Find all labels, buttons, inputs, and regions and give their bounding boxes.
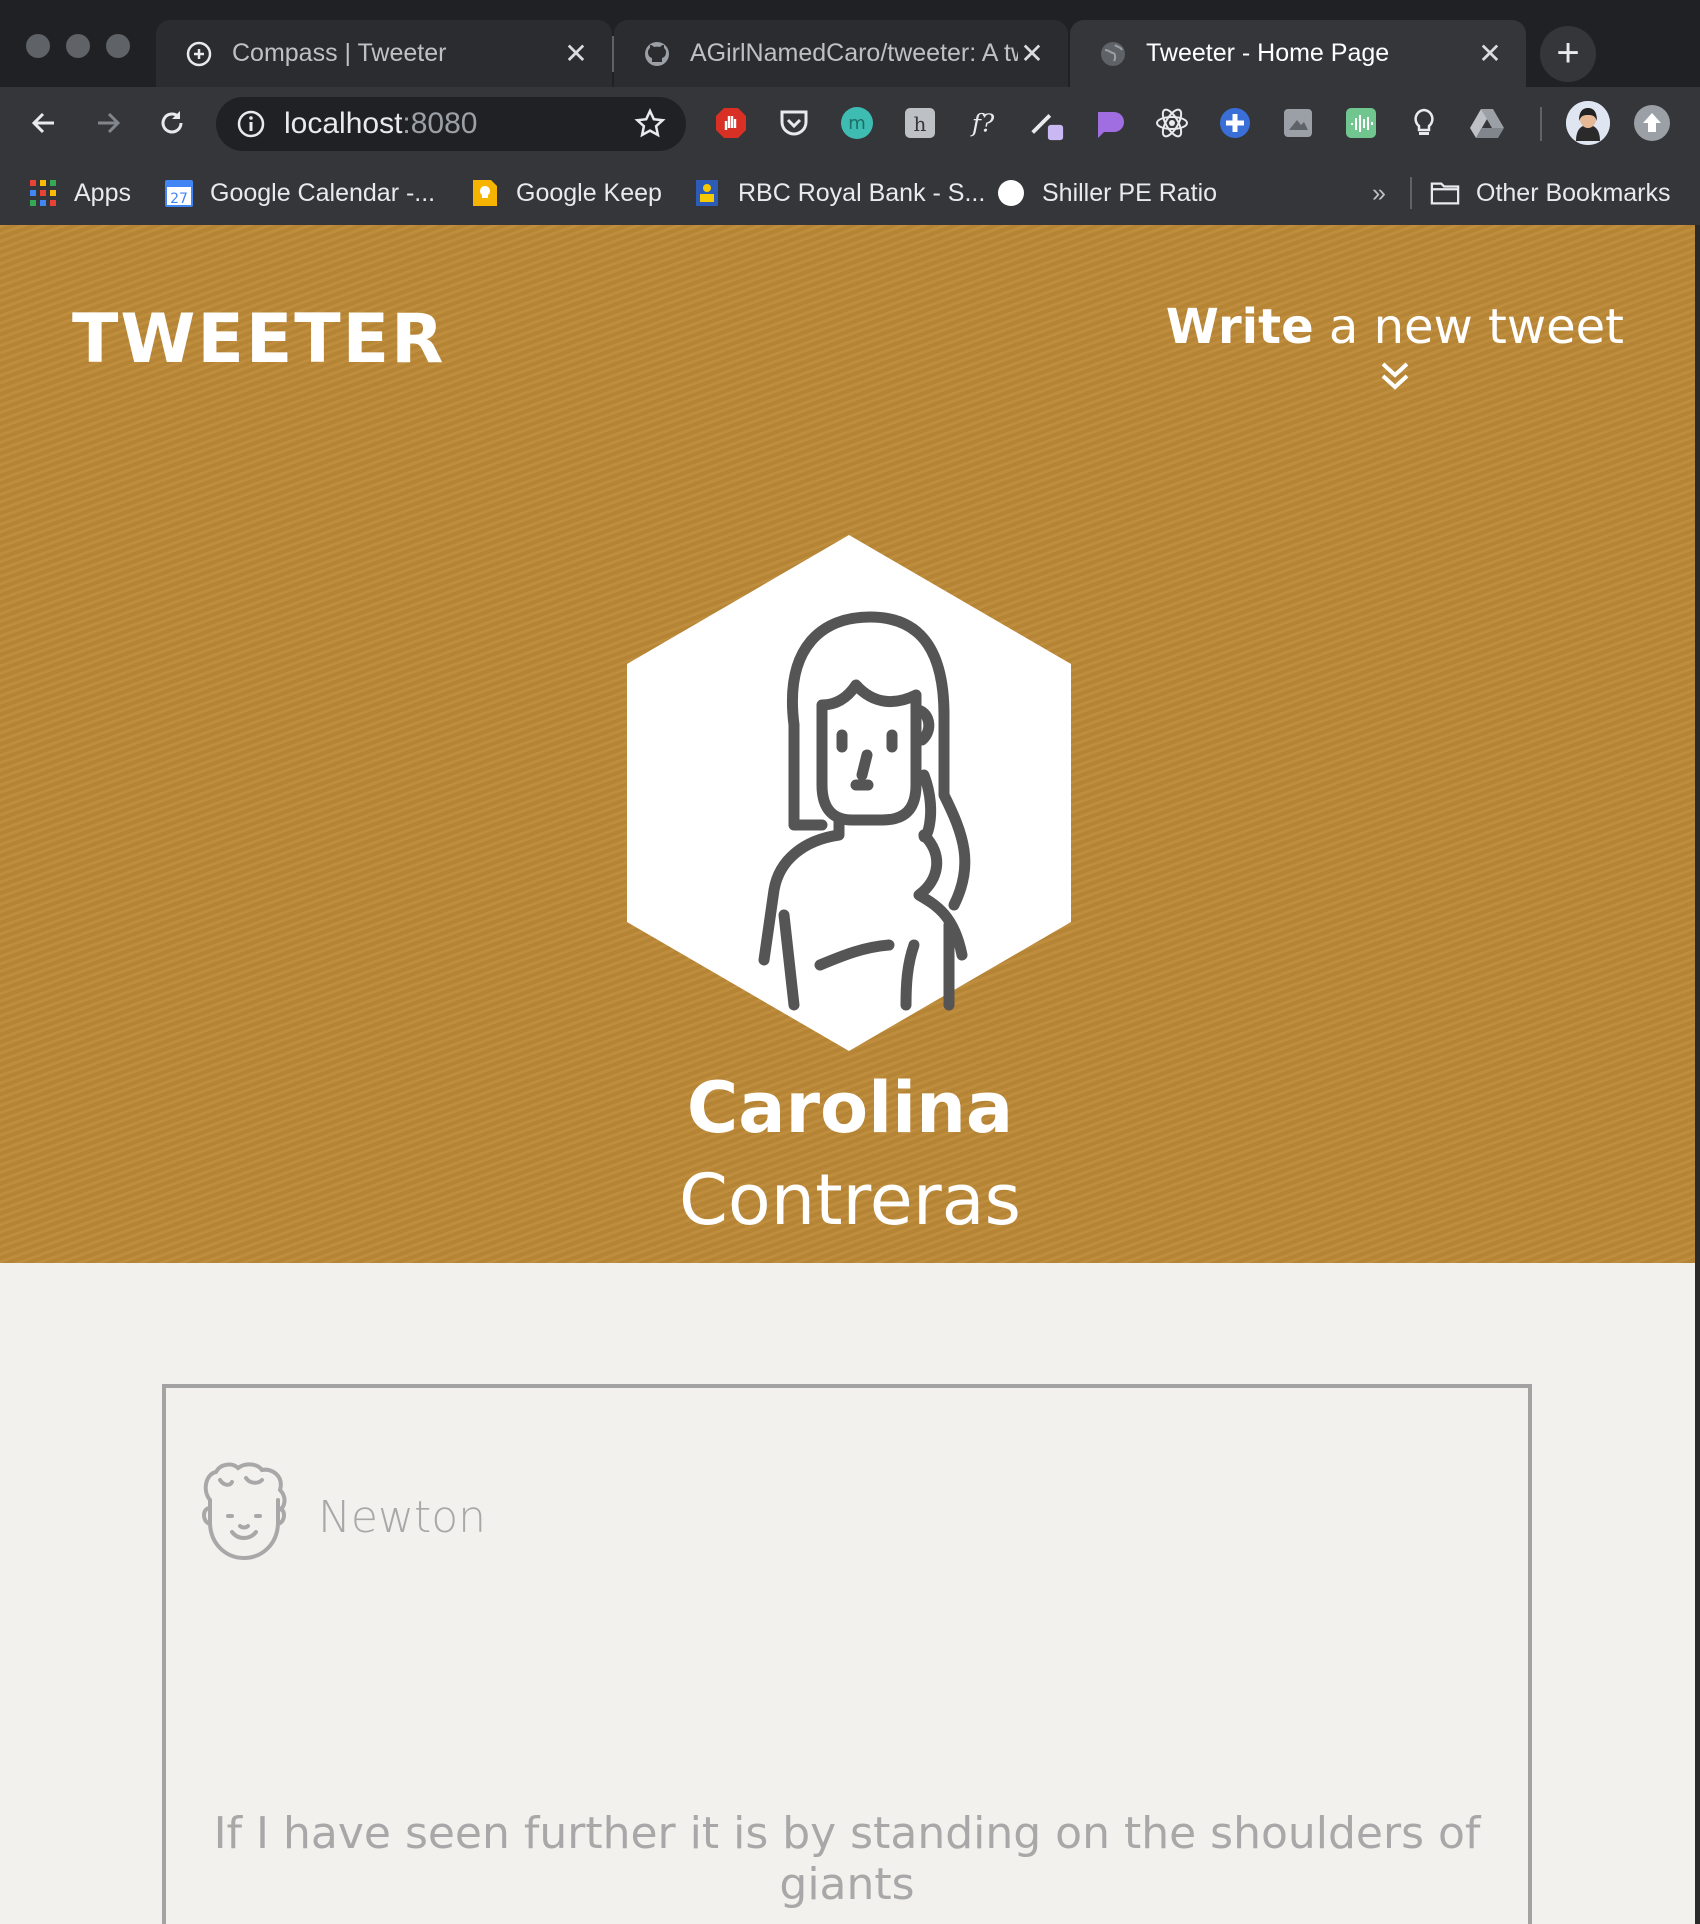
tweet-author-name: Newton (318, 1492, 487, 1543)
reload-icon (161, 111, 183, 134)
keep-icon (470, 178, 500, 208)
plus-icon[interactable] (1216, 104, 1254, 142)
folder-icon (1430, 178, 1460, 208)
screenshot-icon[interactable] (1279, 104, 1317, 142)
bookmark-label: RBC Royal Bank - S... (738, 178, 986, 207)
circle-icon (996, 178, 1026, 208)
double-chevron-down-icon (1381, 362, 1409, 390)
bookmark-google-keep[interactable]: Google Keep (470, 175, 662, 211)
toolbar-separator (1540, 107, 1542, 141)
tab-strip: Compass | Tweeter ✕ AGirlNamedCaro/tweet… (0, 0, 1700, 87)
tweet-author-avatar-icon (202, 1462, 287, 1561)
bookmark-google-calendar[interactable]: 27 Google Calendar -... (164, 175, 435, 211)
forward-button[interactable] (86, 101, 130, 145)
calendar-icon: 27 (164, 178, 194, 208)
globe-icon (1098, 39, 1128, 69)
svg-text:h: h (914, 112, 927, 136)
mercury-icon[interactable]: m (838, 104, 876, 142)
drive-icon[interactable] (1468, 104, 1506, 142)
window-edge (1695, 225, 1700, 1924)
formula-icon[interactable]: f? (964, 104, 1002, 142)
bookmark-apps[interactable]: Apps (28, 175, 131, 211)
minimize-window-button[interactable] (66, 34, 90, 58)
site-logo[interactable]: TWEETER (72, 300, 446, 379)
update-icon[interactable] (1634, 105, 1670, 141)
close-tab-icon[interactable]: ✕ (1476, 37, 1504, 70)
close-tab-icon[interactable]: ✕ (1018, 37, 1046, 70)
bookmark-label: Other Bookmarks (1476, 178, 1671, 207)
svg-text:f?: f? (970, 109, 995, 138)
bookmark-shiller-pe[interactable]: Shiller PE Ratio (996, 175, 1217, 211)
svg-text:27: 27 (170, 191, 188, 207)
bookmark-label: Google Calendar -... (210, 178, 436, 207)
svg-text:m: m (848, 113, 866, 134)
rbc-icon (692, 178, 722, 208)
close-tab-icon[interactable]: ✕ (562, 37, 590, 70)
profile-avatar-icon[interactable] (1566, 101, 1610, 145)
bookmarks-bar: Apps 27 Google Calendar -... Google Keep… (0, 159, 1700, 226)
info-icon (237, 110, 265, 138)
tweet-text: If I have seen further it is by standing… (213, 1808, 1481, 1910)
bookmark-star-icon[interactable] (634, 108, 666, 140)
compose-label: Write a new tweet (1165, 299, 1624, 355)
profile-avatar (627, 535, 1071, 1051)
back-arrow-icon (31, 112, 54, 134)
address-bar[interactable]: localhost:8080 (216, 97, 686, 151)
color-picker-icon[interactable] (1027, 104, 1065, 142)
url-text: localhost:8080 (284, 107, 478, 140)
bookmark-label: Apps (74, 178, 131, 207)
page-content: TWEETER Write a new tweet Carolina Contr… (0, 225, 1700, 1924)
browser-toolbar: localhost:8080 m h f? (0, 87, 1700, 159)
pocket-icon[interactable] (775, 104, 813, 142)
reload-button[interactable] (150, 101, 194, 145)
bookmark-label: Google Keep (516, 178, 662, 207)
tab-label: Compass | Tweeter (232, 39, 447, 67)
bookmarks-separator (1410, 177, 1412, 209)
tab-label: AGirlNamedCaro/tweeter: A tw (690, 39, 1018, 67)
tweet-card[interactable]: Newton If I have seen further it is by s… (162, 1384, 1532, 1924)
new-tab-button[interactable]: + (1540, 26, 1596, 82)
adblock-icon[interactable] (712, 104, 750, 142)
bookmark-label: Shiller PE Ratio (1042, 178, 1218, 207)
compose-tweet-toggle[interactable]: Write a new tweet (1166, 299, 1624, 393)
hypothesis-icon[interactable]: h (901, 104, 939, 142)
audio-icon[interactable] (1342, 104, 1380, 142)
keep-bulb-icon[interactable] (1405, 104, 1443, 142)
tab-tweeter-home[interactable]: Tweeter - Home Page ✕ (1070, 20, 1526, 87)
profile-first-name: Carolina (686, 1067, 1014, 1149)
forward-arrow-icon (98, 112, 121, 134)
close-window-button[interactable] (26, 34, 50, 58)
tab-compass[interactable]: Compass | Tweeter ✕ (156, 20, 612, 87)
tab-github[interactable]: AGirlNamedCaro/tweeter: A tw ✕ (614, 20, 1068, 87)
browser-window: Compass | Tweeter ✕ AGirlNamedCaro/tweet… (0, 0, 1700, 1924)
tab-label: Tweeter - Home Page (1146, 39, 1390, 67)
compass-icon (184, 39, 214, 69)
react-devtools-icon[interactable] (1153, 104, 1191, 142)
bookmarks-overflow-button[interactable]: » (1372, 175, 1386, 211)
profile-header: TWEETER Write a new tweet Carolina Contr… (0, 225, 1700, 1263)
profile-last-name: Contreras (679, 1159, 1021, 1241)
zoom-window-button[interactable] (106, 34, 130, 58)
popclip-icon[interactable] (1090, 104, 1128, 142)
back-button[interactable] (22, 101, 66, 145)
other-bookmarks-folder[interactable]: Other Bookmarks (1430, 175, 1671, 211)
apps-grid-icon (28, 178, 58, 208)
github-icon (642, 39, 672, 69)
bookmark-rbc[interactable]: RBC Royal Bank - S... (692, 175, 985, 211)
